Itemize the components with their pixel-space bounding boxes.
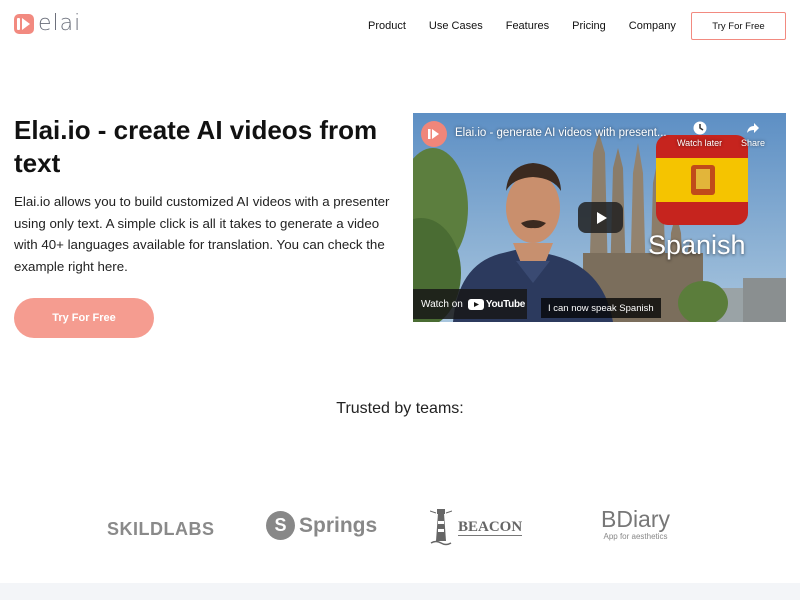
play-icon [596, 211, 607, 224]
elai-logo[interactable]: elai [14, 13, 81, 35]
trusted-logos: SKILDLABS S Springs BEACON BDiary App fo… [0, 505, 800, 555]
trusted-title: Trusted by teams: [336, 400, 464, 417]
nav-pricing[interactable]: Pricing [572, 19, 606, 33]
watch-on-label: Watch on [421, 298, 463, 310]
clock-icon [693, 121, 707, 135]
logo-text: elai [38, 11, 82, 36]
video-title[interactable]: Elai.io - generate AI videos with presen… [455, 127, 667, 139]
youtube-logo: YouTube [467, 298, 526, 310]
nav-links: Product Use Cases Features Pricing Compa… [368, 19, 699, 33]
bdiary-logo-text: BDiary [601, 506, 671, 532]
bdiary-logo: BDiary App for aesthetics [601, 507, 670, 542]
watch-later-label: Watch later [677, 138, 723, 148]
footer-band [0, 583, 800, 600]
beacon-logo: BEACON [430, 507, 523, 547]
watch-later-button[interactable]: Watch later [677, 121, 722, 148]
channel-avatar-icon[interactable] [421, 121, 447, 147]
share-icon [747, 123, 760, 133]
youtube-label: YouTube [485, 298, 526, 310]
skildlabs-logo: SKILDLABS [107, 519, 215, 539]
video-embed[interactable]: Elai.io - generate AI videos with presen… [413, 113, 786, 322]
elai-logo-icon [14, 14, 34, 34]
nav-company[interactable]: Company [629, 19, 676, 33]
top-nav: elai Product Use Cases Features Pricing … [0, 0, 800, 52]
nav-use-cases[interactable]: Use Cases [429, 19, 483, 33]
springs-icon: S [266, 511, 295, 540]
springs-logo: S Springs [266, 511, 377, 540]
nav-try-for-free-button[interactable]: Try For Free [691, 12, 786, 40]
nav-product[interactable]: Product [368, 19, 406, 33]
lighthouse-icon [430, 509, 452, 546]
beacon-logo-text: BEACON [458, 518, 523, 536]
hero-title: Elai.io - create AI videos from text [14, 115, 378, 178]
nav-features[interactable]: Features [506, 19, 549, 33]
video-overlay-text: Spanish [648, 230, 746, 260]
video-caption: I can now speak Spanish [541, 298, 661, 318]
springs-logo-text: Springs [299, 513, 378, 537]
hero-description: Elai.io allows you to build customized A… [14, 194, 390, 274]
play-button[interactable] [578, 202, 623, 233]
share-button[interactable]: Share [741, 121, 765, 148]
hero-try-for-free-button[interactable]: Try For Free [14, 298, 154, 338]
watch-on-youtube-button[interactable]: Watch on YouTube [413, 289, 527, 319]
bdiary-tagline: App for aesthetics [603, 532, 668, 541]
share-label: Share [741, 138, 766, 148]
youtube-icon [467, 298, 484, 310]
